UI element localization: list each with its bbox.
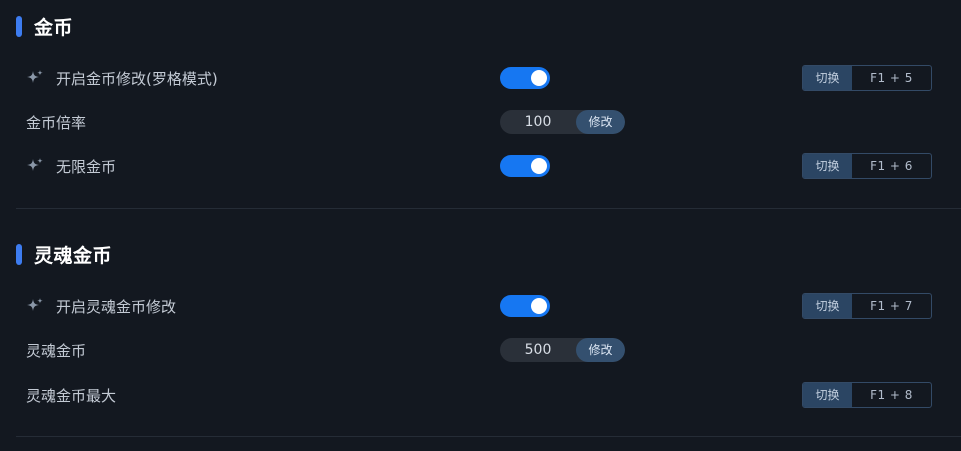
hotkey-toggle-button[interactable]: 切换 <box>803 294 852 318</box>
cheat-row-enable-soul-gold-mod: 开启灵魂金币修改 切换 F1 + 7 <box>0 291 961 321</box>
cheat-row-soul-gold-max: 灵魂金币最大 切换 F1 + 8 <box>0 380 961 410</box>
toggle-knob <box>531 158 547 174</box>
cheat-label: 无限金币 <box>56 157 117 176</box>
hotkey-control: 切换 F1 + 6 <box>802 153 932 179</box>
gold-multiplier-input-group: 100 修改 <box>500 110 625 134</box>
section-header: 金币 <box>16 14 74 39</box>
section-accent-bar <box>16 15 22 37</box>
cheat-label: 灵魂金币最大 <box>26 386 117 405</box>
sparkle-icon <box>26 297 44 315</box>
hotkey-keys[interactable]: F1 + 8 <box>852 383 931 407</box>
sparkle-icon <box>26 157 44 175</box>
cheat-row-enable-gold-mod: 开启金币修改(罗格模式) 切换 F1 + 5 <box>0 63 961 93</box>
cheat-label: 开启灵魂金币修改 <box>56 297 177 316</box>
cheat-row-infinite-gold: 无限金币 切换 F1 + 6 <box>0 151 961 181</box>
hotkey-toggle-button[interactable]: 切换 <box>803 383 852 407</box>
soul-gold-input-group: 500 修改 <box>500 338 625 362</box>
hotkey-control: 切换 F1 + 8 <box>802 382 932 408</box>
section-divider <box>16 208 961 209</box>
cheat-label: 金币倍率 <box>26 113 87 132</box>
cheat-row-soul-gold: 灵魂金币 500 修改 <box>0 335 961 365</box>
enable-soul-gold-mod-toggle[interactable] <box>500 295 550 317</box>
toggle-knob <box>531 70 547 86</box>
hotkey-control: 切换 F1 + 5 <box>802 65 932 91</box>
sparkle-icon <box>26 69 44 87</box>
gold-multiplier-value[interactable]: 100 <box>500 110 576 134</box>
infinite-gold-toggle[interactable] <box>500 155 550 177</box>
hotkey-keys[interactable]: F1 + 5 <box>852 66 931 90</box>
cheat-label: 开启金币修改(罗格模式) <box>56 69 218 88</box>
hotkey-keys[interactable]: F1 + 7 <box>852 294 931 318</box>
toggle-knob <box>531 298 547 314</box>
section-header: 灵魂金币 <box>16 242 113 267</box>
section-divider <box>16 436 961 437</box>
hotkey-toggle-button[interactable]: 切换 <box>803 154 852 178</box>
cheat-row-gold-multiplier: 金币倍率 100 修改 <box>0 107 961 137</box>
hotkey-toggle-button[interactable]: 切换 <box>803 66 852 90</box>
soul-gold-value[interactable]: 500 <box>500 338 576 362</box>
modify-button[interactable]: 修改 <box>576 338 625 362</box>
section-title: 金币 <box>34 16 74 39</box>
hotkey-control: 切换 F1 + 7 <box>802 293 932 319</box>
section-title: 灵魂金币 <box>34 244 113 267</box>
modify-button[interactable]: 修改 <box>576 110 625 134</box>
enable-gold-mod-toggle[interactable] <box>500 67 550 89</box>
cheat-label: 灵魂金币 <box>26 341 87 360</box>
section-accent-bar <box>16 243 22 265</box>
hotkey-keys[interactable]: F1 + 6 <box>852 154 931 178</box>
